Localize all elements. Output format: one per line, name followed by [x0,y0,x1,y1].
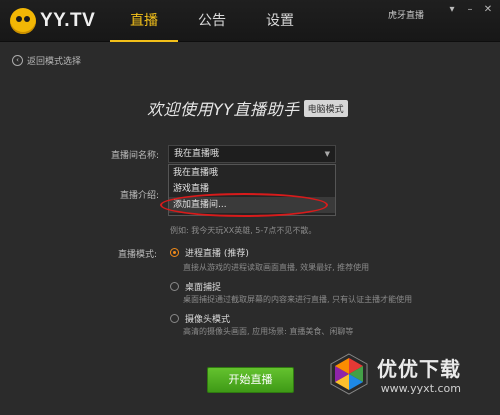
radio-checked-icon[interactable] [170,248,179,257]
mode-process-option[interactable]: 进程直播 (推荐) [170,246,249,259]
menu-icon[interactable]: ▾ [446,4,458,16]
tab-live[interactable]: 直播 [110,0,178,42]
radio-unchecked-icon[interactable] [170,282,179,291]
mode-label: 直播模式: [118,250,158,260]
main-nav: 直播 公告 设置 [110,0,314,42]
tab-settings[interactable]: 设置 [246,0,314,42]
logo-text: YY.TV [40,10,96,31]
watermark: 优优下载 www.yyxt.com [327,352,461,396]
mode-label-text: 摄像头模式 [185,315,231,325]
room-name-select[interactable]: 我在直播哦 ▼ [168,145,336,163]
radio-unchecked-icon[interactable] [170,314,179,323]
start-live-button[interactable]: 开始直播 [207,367,294,393]
mode-desc: 高清的摄像头画面, 应用场景: 直播美食、闲聊等 [183,327,354,336]
window-controls: ▾ – ✕ [446,4,494,16]
title-bar: YY.TV 直播 公告 设置 虎牙直播 ▾ – ✕ [0,0,500,42]
welcome-heading: 欢迎使用YY直播助手 电脑模式 [147,96,348,120]
intro-example-hint: 例如: 我今天玩XX英雄, 5-7点不见不散。 [170,226,317,235]
watermark-logo-icon [330,353,368,395]
red-highlight-oval [160,193,328,217]
mode-desc: 直接从游戏的进程读取画面直播, 效果最好, 推荐使用 [183,263,370,272]
welcome-title: 欢迎使用YY直播助手 [147,100,300,119]
mode-desktop-option[interactable]: 桌面捕捉 [170,280,221,293]
close-icon[interactable]: ✕ [482,4,494,16]
back-to-mode-select-link[interactable]: ‹ 返回模式选择 [12,54,81,67]
mode-camera-option[interactable]: 摄像头模式 [170,312,230,325]
app-logo: YY.TV [10,7,95,35]
yy-logo-icon [10,8,36,34]
room-name-value: 我在直播哦 [174,149,220,159]
back-label: 返回模式选择 [27,57,82,67]
mode-badge: 电脑模式 [303,99,348,117]
back-arrow-icon: ‹ [12,55,23,66]
mode-label-text: 进程直播 (推荐) [185,249,249,259]
mode-desc: 桌面捕捉通过截取屏幕的内容来进行直播, 只有认证主播才能使用 [183,295,413,304]
mode-label-text: 桌面捕捉 [185,283,222,293]
chevron-down-icon: ▼ [324,150,330,158]
tab-announcement[interactable]: 公告 [178,0,246,42]
room-name-label: 直播间名称: [111,151,160,161]
intro-label: 直播介绍: [120,191,160,201]
minimize-icon[interactable]: – [464,4,476,16]
account-name[interactable]: 虎牙直播 [388,8,424,21]
watermark-url: www.yyxt.com [380,382,461,395]
dropdown-option[interactable]: 我在直播哦 [169,165,335,181]
watermark-title: 优优下载 [377,357,461,381]
